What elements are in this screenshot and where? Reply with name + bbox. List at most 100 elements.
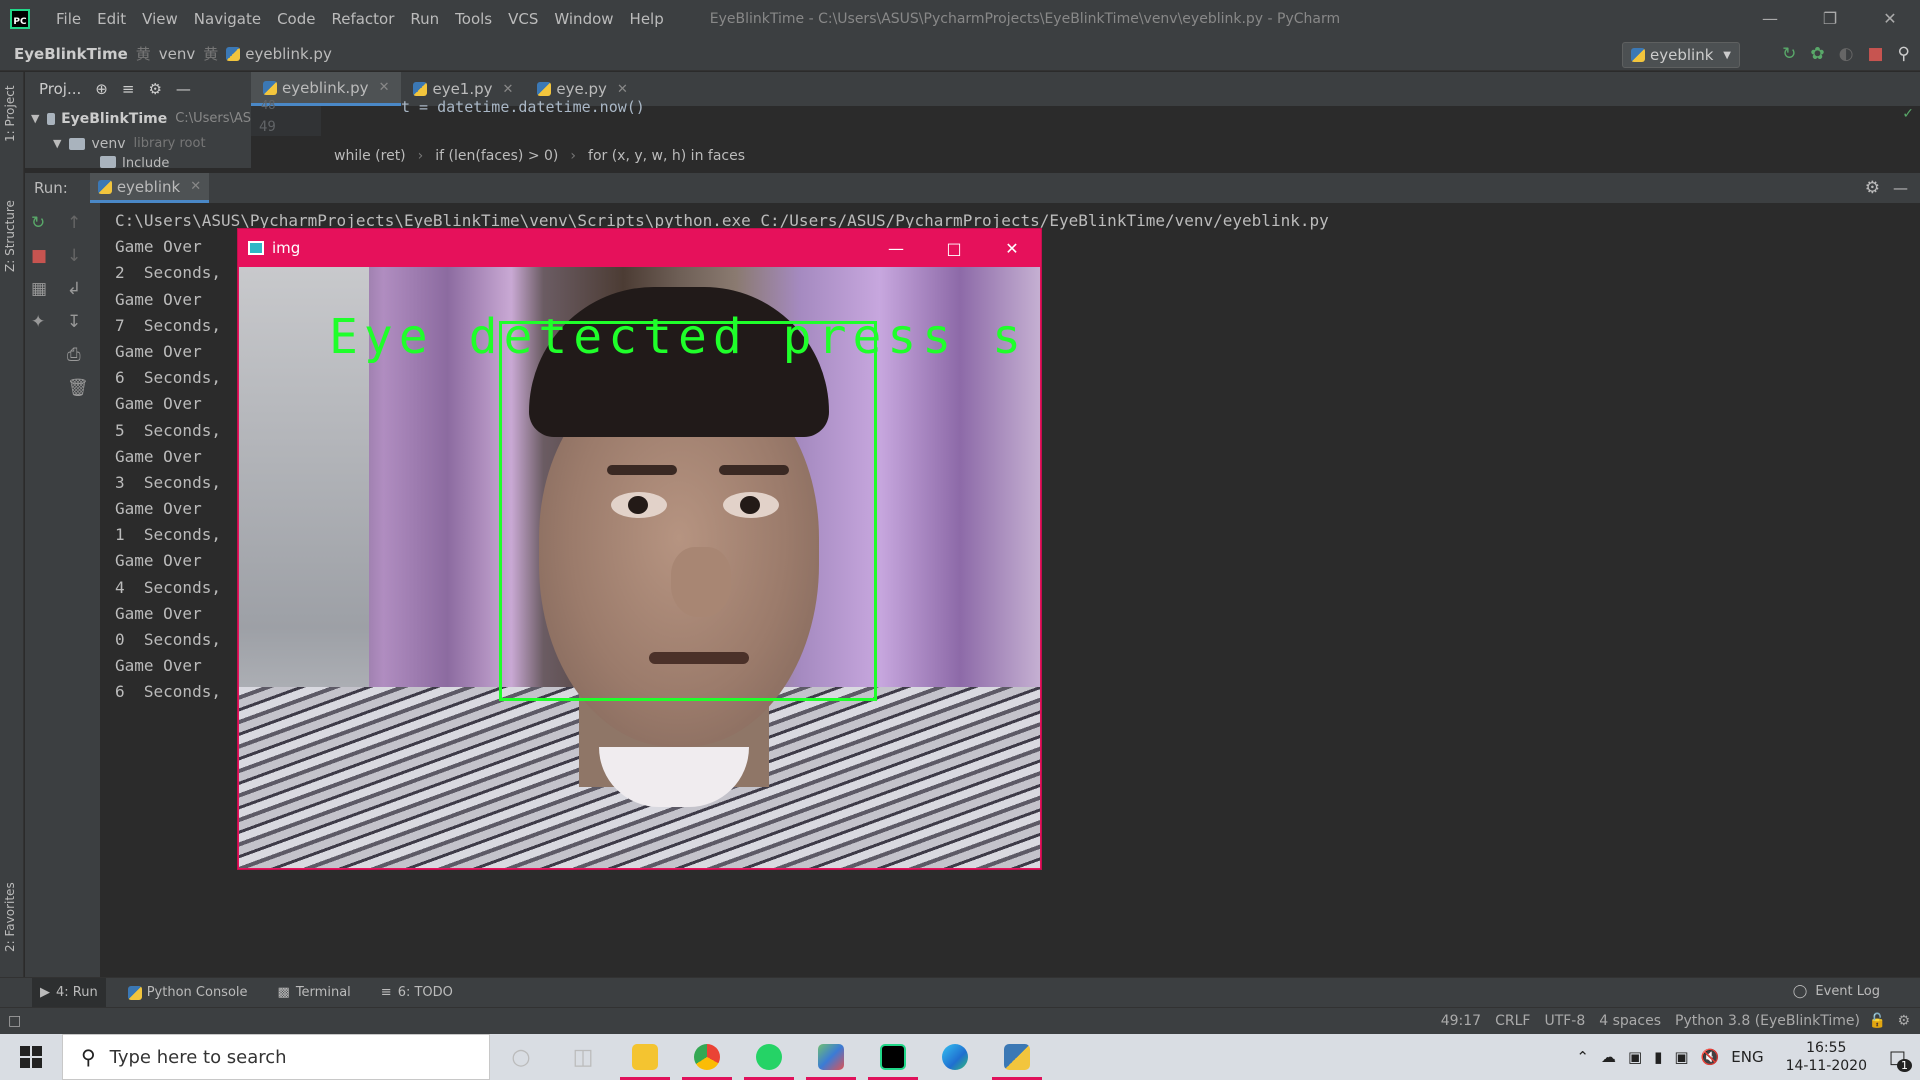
indent-setting[interactable]: 4 spaces	[1599, 1013, 1661, 1029]
pin-icon[interactable]: ✦	[31, 312, 47, 332]
pycharm-icon[interactable]	[862, 1034, 924, 1080]
tree-row-include[interactable]: Include	[25, 156, 251, 168]
search-icon[interactable]: ⚲	[1898, 44, 1910, 64]
trash-icon[interactable]: 🗑	[67, 378, 89, 398]
menu-tools[interactable]: Tools	[447, 10, 500, 28]
locate-icon[interactable]: ⊕	[95, 80, 108, 98]
close-icon[interactable]: ✕	[983, 229, 1041, 267]
camera-icon[interactable]: ▣	[1628, 1048, 1642, 1066]
code-crumb[interactable]: if (len(faces) > 0)	[435, 148, 558, 164]
tree-row-root[interactable]: ▼ EyeBlinkTime C:\Users\AS	[25, 106, 251, 131]
main-menu: File Edit View Navigate Code Refactor Ru…	[48, 10, 672, 28]
tab-python-console[interactable]: Python Console	[120, 978, 256, 1008]
stop-icon[interactable]: ■	[31, 246, 47, 266]
lock-icon[interactable]: 🔓	[1869, 1013, 1886, 1029]
inspector-icon[interactable]: ⚙	[1897, 1013, 1910, 1029]
run-config-dropdown[interactable]: eyeblink ▼	[1622, 42, 1740, 68]
chevron-right-icon: ›	[570, 147, 577, 164]
notification-icon[interactable]: □ 1	[1889, 1047, 1912, 1072]
menu-edit[interactable]: Edit	[89, 10, 134, 28]
img-window[interactable]: img — □ ✕ Eye detected press s	[237, 228, 1042, 870]
start-button[interactable]	[0, 1034, 62, 1080]
restore-icon[interactable]: ❐	[1800, 0, 1860, 37]
stop-icon[interactable]: ■	[1867, 44, 1883, 64]
line-separator[interactable]: CRLF	[1495, 1013, 1530, 1029]
menu-code[interactable]: Code	[269, 10, 323, 28]
collapse-icon[interactable]: ≡	[122, 80, 135, 98]
rerun-icon[interactable]: ↻	[1782, 44, 1796, 64]
bubble-icon: ◯	[1792, 984, 1808, 999]
rerun-icon[interactable]: ↻	[31, 213, 47, 233]
battery-icon[interactable]: ▮	[1654, 1048, 1662, 1066]
onedrive-icon[interactable]: ☁	[1601, 1048, 1616, 1066]
close-icon[interactable]: ✕	[1860, 0, 1920, 37]
close-tab-icon[interactable]: ✕	[503, 82, 514, 97]
menu-refactor[interactable]: Refactor	[323, 10, 402, 28]
tab-terminal[interactable]: ▩ Terminal	[270, 978, 359, 1008]
language-indicator[interactable]: ENG	[1731, 1048, 1763, 1066]
favorites-tool-tab[interactable]: 2: Favorites	[3, 882, 17, 952]
chevron-up-icon[interactable]: ⌃	[1576, 1048, 1589, 1066]
python-app-icon[interactable]	[986, 1034, 1048, 1080]
panel-toggle-icon[interactable]: □	[8, 1013, 21, 1029]
run-tab-eyeblink[interactable]: eyeblink ✕	[89, 173, 210, 203]
code-crumb[interactable]: while (ret)	[334, 148, 406, 164]
minimize-icon[interactable]: —	[1740, 0, 1800, 37]
menu-navigate[interactable]: Navigate	[186, 10, 269, 28]
maximize-icon[interactable]: □	[925, 229, 983, 267]
close-tab-icon[interactable]: ✕	[190, 179, 201, 194]
project-view-dropdown[interactable]: Proj...	[39, 80, 81, 98]
close-tab-icon[interactable]: ✕	[379, 80, 390, 95]
run-panel-header: Run: eyeblink ✕ ⚙ —	[25, 173, 1920, 203]
minimize-icon[interactable]: —	[867, 229, 925, 267]
volume-muted-icon[interactable]: 🔇	[1701, 1048, 1720, 1066]
arrow-up-icon[interactable]: ↑	[67, 213, 89, 233]
code-editor[interactable]: 48 49 t = datetime.datetime.now() ✓	[251, 98, 1920, 136]
gear-icon[interactable]: ⚙	[148, 80, 161, 98]
menu-help[interactable]: Help	[622, 10, 672, 28]
menu-vcs[interactable]: VCS	[500, 10, 546, 28]
whatsapp-icon[interactable]	[738, 1034, 800, 1080]
box-app-icon[interactable]	[800, 1034, 862, 1080]
event-log-button[interactable]: ◯ Event Log	[1793, 984, 1880, 999]
tree-row-venv[interactable]: ▼ venv library root	[25, 131, 251, 156]
debug-icon[interactable]: ✿	[1810, 44, 1824, 64]
scroll-to-end-icon[interactable]: ↧	[67, 312, 89, 332]
print-icon[interactable]: ⎙	[67, 345, 89, 365]
menu-file[interactable]: File	[48, 10, 89, 28]
file-explorer-icon[interactable]	[614, 1034, 676, 1080]
arrow-down-icon[interactable]: ↓	[67, 246, 89, 266]
task-view-icon[interactable]: ◫	[552, 1034, 614, 1080]
breadcrumb-file[interactable]: eyeblink.py	[245, 45, 332, 63]
tab-run[interactable]: ▶ 4: Run	[32, 977, 106, 1008]
edge-icon[interactable]	[924, 1034, 986, 1080]
coverage-icon[interactable]: ◐	[1839, 44, 1854, 64]
img-window-title: img	[272, 239, 301, 257]
python-file-icon	[537, 82, 552, 96]
breadcrumb-venv[interactable]: venv	[159, 45, 196, 63]
interpreter[interactable]: Python 3.8 (EyeBlinkTime)	[1675, 1013, 1860, 1029]
code-crumb[interactable]: for (x, y, w, h) in faces	[588, 148, 745, 164]
menu-view[interactable]: View	[134, 10, 186, 28]
caret-position[interactable]: 49:17	[1441, 1013, 1481, 1029]
hide-icon[interactable]: —	[176, 80, 191, 98]
soft-wrap-icon[interactable]: ↲	[67, 279, 89, 299]
structure-tool-tab[interactable]: Z: Structure	[3, 200, 17, 272]
file-encoding[interactable]: UTF-8	[1544, 1013, 1585, 1029]
menu-window[interactable]: Window	[546, 10, 621, 28]
webcam-frame: Eye detected press s	[239, 267, 1040, 868]
window-title: EyeBlinkTime - C:\Users\ASUS\PycharmProj…	[709, 10, 1341, 27]
close-tab-icon[interactable]: ✕	[617, 82, 628, 97]
menu-run[interactable]: Run	[402, 10, 447, 28]
breadcrumb-project[interactable]: EyeBlinkTime	[14, 45, 128, 63]
chrome-icon[interactable]	[676, 1034, 738, 1080]
gear-icon[interactable]: ⚙	[1865, 178, 1880, 198]
clock[interactable]: 16:55 14-11-2020	[1786, 1039, 1867, 1075]
cortana-icon[interactable]: ○	[490, 1034, 552, 1080]
project-tool-tab[interactable]: 1: Project	[3, 85, 17, 142]
tab-todo[interactable]: ≡ 6: TODO	[373, 978, 461, 1008]
hide-icon[interactable]: —	[1893, 179, 1908, 197]
layout-icon[interactable]: ▦	[31, 279, 47, 299]
network-icon[interactable]: ▣	[1674, 1048, 1688, 1066]
taskbar-search[interactable]: ⚲ Type here to search	[62, 1034, 490, 1080]
